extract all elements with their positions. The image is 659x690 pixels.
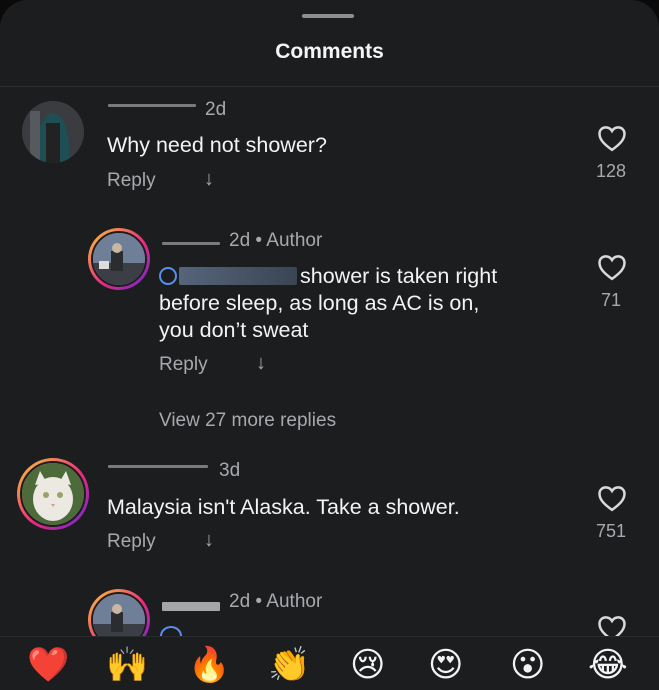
username-redacted[interactable] xyxy=(162,602,220,611)
like-count: 71 xyxy=(600,290,622,310)
heart-icon[interactable] xyxy=(597,253,627,281)
heart-icon[interactable] xyxy=(597,484,627,512)
comment-text: Why need not shower? xyxy=(107,133,327,157)
arrow-down-icon[interactable]: ↓ xyxy=(204,529,214,552)
reply-button[interactable]: Reply xyxy=(107,531,156,553)
fire-icon[interactable]: 🔥 xyxy=(188,645,230,685)
reply-text-line3: you don’t sweat xyxy=(159,318,309,342)
comment-time-author: 2d • Author xyxy=(229,230,323,251)
tears-of-joy-face-icon[interactable]: 😂 xyxy=(588,645,628,685)
username-redacted[interactable] xyxy=(108,104,196,107)
reply-text-partial xyxy=(160,626,430,636)
clapping-hands-icon[interactable]: 👏 xyxy=(268,645,310,685)
like-count: 128 xyxy=(595,161,627,181)
reply-text: shower is taken right before sleep, as l… xyxy=(159,263,579,344)
comments-sheet: Comments 2d Why need not shower? Reply ↓… xyxy=(0,0,659,690)
red-heart-icon[interactable]: ❤️ xyxy=(27,645,69,685)
crying-face-icon[interactable]: 😢 xyxy=(350,645,385,685)
raising-hands-icon[interactable]: 🙌 xyxy=(106,645,148,685)
view-more-replies[interactable]: View 27 more replies xyxy=(159,410,336,432)
arrow-down-icon[interactable]: ↓ xyxy=(256,352,266,375)
mention-icon xyxy=(159,267,177,285)
heart-eyes-face-icon[interactable]: 😍 xyxy=(428,645,463,685)
comment-text: Malaysia isn't Alaska. Take a shower. xyxy=(107,495,460,519)
arrow-down-icon[interactable]: ↓ xyxy=(204,168,214,191)
mention-redacted[interactable] xyxy=(179,267,297,285)
surprised-face-icon[interactable]: 😮 xyxy=(510,645,545,685)
like-count: 751 xyxy=(595,521,627,541)
avatar[interactable] xyxy=(17,458,89,530)
username-redacted[interactable] xyxy=(162,242,220,245)
quick-reactions-bar: ❤️ 🙌 🔥 👏 😢 😍 😮 😂 xyxy=(0,636,659,690)
comment-time: 2d xyxy=(205,99,227,120)
sheet-title: Comments xyxy=(275,40,384,63)
header-divider xyxy=(0,86,659,87)
author-avatar[interactable] xyxy=(88,228,150,290)
reply-button[interactable]: Reply xyxy=(107,170,156,192)
comment-time: 3d xyxy=(219,460,241,481)
reply-text-line2: before sleep, as long as AC is on, xyxy=(159,291,480,315)
username-redacted[interactable] xyxy=(108,465,208,468)
heart-icon[interactable] xyxy=(597,124,627,152)
reply-text-line1: shower is taken right xyxy=(300,264,498,288)
reply-button[interactable]: Reply xyxy=(159,354,208,376)
avatar[interactable] xyxy=(22,101,84,163)
drag-handle[interactable] xyxy=(302,14,354,18)
comment-time-author: 2d • Author xyxy=(229,591,323,612)
